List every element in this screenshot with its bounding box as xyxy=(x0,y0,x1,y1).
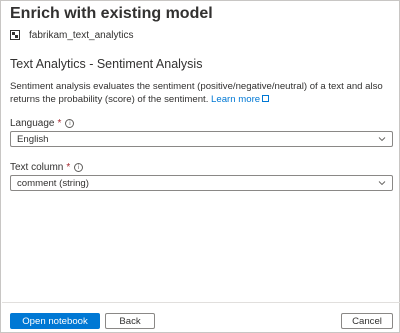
enrich-panel: Enrich with existing model fabrikam_text… xyxy=(0,0,400,333)
model-icon xyxy=(10,30,20,40)
text-column-dropdown[interactable]: comment (string) xyxy=(10,175,393,191)
info-icon[interactable]: i xyxy=(65,119,75,128)
required-mark: * xyxy=(57,118,62,129)
learn-more-link[interactable]: Learn more xyxy=(211,93,270,105)
model-name: fabrikam_text_analytics xyxy=(29,29,134,41)
open-notebook-button[interactable]: Open notebook xyxy=(10,313,100,329)
learn-more-label: Learn more xyxy=(211,93,261,105)
back-button[interactable]: Back xyxy=(105,313,155,329)
panel-title: Enrich with existing model xyxy=(10,5,213,22)
language-label-text: Language xyxy=(10,118,55,129)
language-label: Language * i xyxy=(10,118,75,129)
section-title: Text Analytics - Sentiment Analysis xyxy=(10,57,203,71)
text-column-label: Text column * i xyxy=(10,162,84,173)
chevron-down-icon xyxy=(378,181,386,186)
text-column-value: comment (string) xyxy=(17,177,89,189)
external-link-icon xyxy=(262,94,270,102)
language-value: English xyxy=(17,133,49,145)
section-description: Sentiment analysis evaluates the sentime… xyxy=(10,81,394,106)
chevron-down-icon xyxy=(378,137,386,142)
description-text: Sentiment analysis evaluates the sentime… xyxy=(10,81,383,105)
required-mark: * xyxy=(66,162,71,173)
info-icon[interactable]: i xyxy=(74,163,84,172)
model-row: fabrikam_text_analytics xyxy=(10,28,134,42)
text-column-label-text: Text column xyxy=(10,162,64,173)
footer-divider xyxy=(2,302,400,303)
language-dropdown[interactable]: English xyxy=(10,131,393,147)
cancel-button[interactable]: Cancel xyxy=(341,313,393,329)
